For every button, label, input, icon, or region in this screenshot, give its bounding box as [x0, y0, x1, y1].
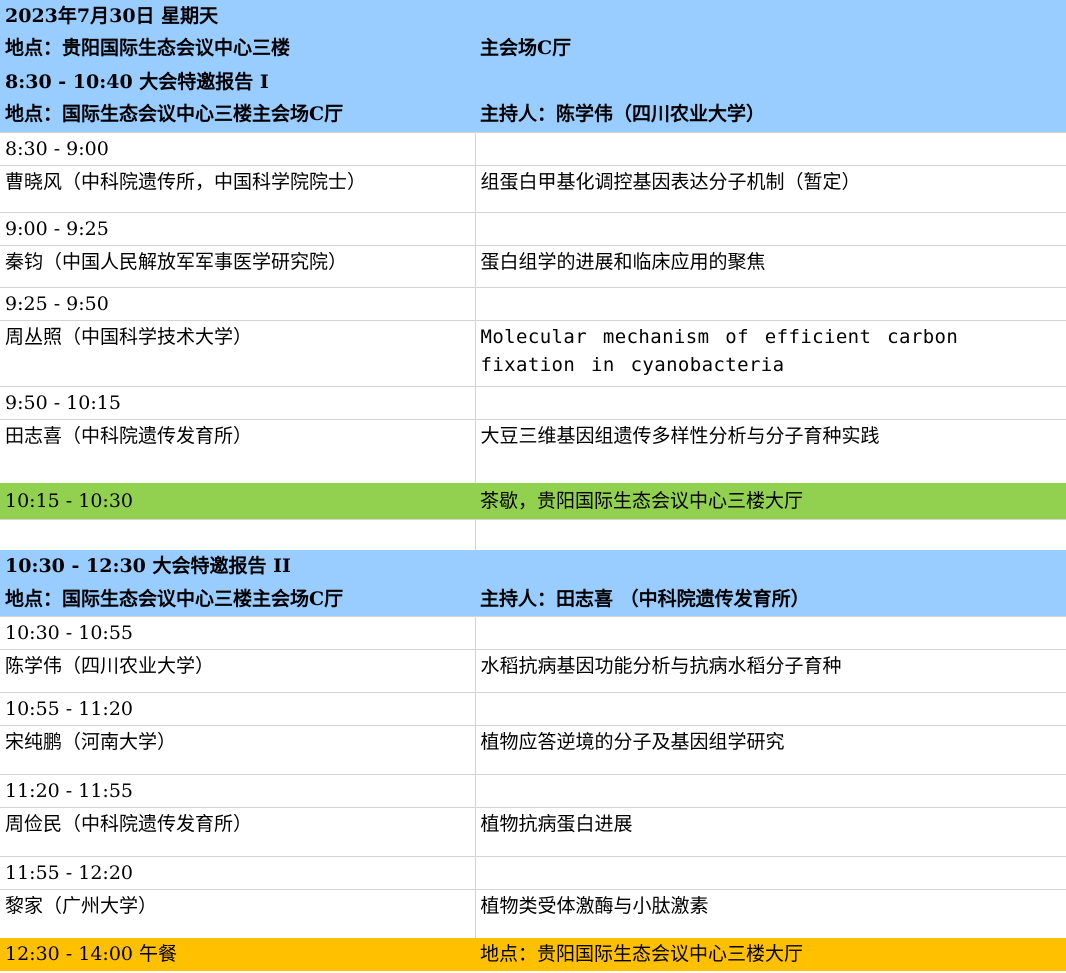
session1-location-row: 地点：国际生态会议中心三楼主会场C厅 主持人：陈学伟（四川农业大学）	[0, 98, 1066, 133]
tea-break-row: 10:15 - 10:30 茶歇，贵阳国际生态会议中心三楼大厅	[0, 483, 1066, 520]
session1-title: 8:30 - 10:40 大会特邀报告 I	[0, 66, 1066, 98]
talk-time-empty	[474, 616, 1066, 650]
spacer-cell	[474, 519, 1066, 550]
day-venue-row: 地点：贵阳国际生态会议中心三楼 主会场C厅	[0, 32, 1066, 66]
talk-time-row: 10:55 - 11:20	[0, 692, 1066, 726]
talk-row: 陈学伟（四川农业大学） 水稻抗病基因功能分析与抗病水稻分子育种	[0, 649, 1066, 693]
talk-topic: 植物类受体激酶与小肽激素	[474, 889, 1066, 938]
talk-row: 曹晓风（中科院遗传所，中国科学院院士） 组蛋白甲基化调控基因表达分子机制（暂定）	[0, 165, 1066, 213]
talk-topic: 蛋白组学的进展和临床应用的聚焦	[474, 245, 1066, 288]
talk-row: 秦钧（中国人民解放军军事医学研究院） 蛋白组学的进展和临床应用的聚焦	[0, 245, 1066, 288]
schedule-table: 2023年7月30日 星期天 地点：贵阳国际生态会议中心三楼 主会场C厅 8:3…	[0, 0, 1066, 971]
talk-time: 11:55 - 12:20	[0, 856, 475, 890]
talk-time-row: 11:55 - 12:20	[0, 856, 1066, 890]
session2-title-row: 10:30 - 12:30 大会特邀报告 II	[0, 550, 1066, 583]
day-venue-left: 地点：贵阳国际生态会议中心三楼	[0, 32, 475, 66]
talk-topic: 水稻抗病基因功能分析与抗病水稻分子育种	[474, 649, 1066, 693]
lunch-row: 12:30 - 14:00 午餐 地点：贵阳国际生态会议中心三楼大厅	[0, 938, 1066, 971]
talk-speaker: 周俭民（中科院遗传发育所）	[0, 807, 475, 857]
talk-row: 周俭民（中科院遗传发育所） 植物抗病蛋白进展	[0, 807, 1066, 857]
talk-speaker: 曹晓风（中科院遗传所，中国科学院院士）	[0, 165, 475, 213]
talk-time-empty	[474, 774, 1066, 808]
talk-time-empty	[474, 386, 1066, 420]
tea-break-label: 茶歇，贵阳国际生态会议中心三楼大厅	[475, 483, 1066, 520]
tea-break-time: 10:15 - 10:30	[0, 483, 475, 520]
talk-time-row: 9:00 - 9:25	[0, 212, 1066, 246]
talk-speaker: 秦钧（中国人民解放军军事医学研究院）	[0, 245, 475, 288]
talk-time: 10:30 - 10:55	[0, 616, 475, 650]
talk-time-row: 9:50 - 10:15	[0, 386, 1066, 420]
talk-row: 周丛照（中国科学技术大学） Molecular mechanism of eff…	[0, 320, 1066, 387]
session1-title-row: 8:30 - 10:40 大会特邀报告 I	[0, 66, 1066, 98]
talk-row: 宋纯鹏（河南大学） 植物应答逆境的分子及基因组学研究	[0, 725, 1066, 775]
talk-topic: Molecular mechanism of efficient carbon …	[474, 320, 1066, 387]
talk-time-row: 10:30 - 10:55	[0, 616, 1066, 650]
talk-topic: 植物应答逆境的分子及基因组学研究	[474, 725, 1066, 775]
session2-location: 地点：国际生态会议中心三楼主会场C厅	[0, 583, 475, 617]
talk-time-empty	[474, 856, 1066, 890]
talk-time: 8:30 - 9:00	[0, 132, 475, 166]
talk-row: 黎家（广州大学） 植物类受体激酶与小肽激素	[0, 889, 1066, 938]
talk-time: 11:20 - 11:55	[0, 774, 475, 808]
talk-speaker: 黎家（广州大学）	[0, 889, 475, 938]
talk-time-empty	[474, 287, 1066, 321]
spacer-row	[0, 519, 1066, 550]
lunch-location: 地点：贵阳国际生态会议中心三楼大厅	[475, 938, 1066, 971]
talk-time-empty	[474, 212, 1066, 246]
session2-title: 10:30 - 12:30 大会特邀报告 II	[0, 550, 1066, 583]
day-venue-right: 主会场C厅	[475, 32, 1066, 66]
talk-topic: 植物抗病蛋白进展	[474, 807, 1066, 857]
talk-time-empty	[474, 132, 1066, 166]
talk-time-empty	[474, 692, 1066, 726]
session2-host: 主持人：田志喜 （中科院遗传发育所）	[475, 583, 1066, 617]
talk-speaker: 田志喜（中科院遗传发育所）	[0, 419, 475, 483]
talk-time: 9:00 - 9:25	[0, 212, 475, 246]
talk-topic: 组蛋白甲基化调控基因表达分子机制（暂定）	[474, 165, 1066, 213]
talk-time-row: 8:30 - 9:00	[0, 132, 1066, 166]
talk-speaker: 陈学伟（四川农业大学）	[0, 649, 475, 693]
talk-speaker: 周丛照（中国科学技术大学）	[0, 320, 475, 387]
talk-speaker: 宋纯鹏（河南大学）	[0, 725, 475, 775]
talk-topic: 大豆三维基因组遗传多样性分析与分子育种实践	[474, 419, 1066, 483]
talk-time-row: 11:20 - 11:55	[0, 774, 1066, 808]
lunch-label: 12:30 - 14:00 午餐	[0, 938, 475, 971]
session2-location-row: 地点：国际生态会议中心三楼主会场C厅 主持人：田志喜 （中科院遗传发育所）	[0, 583, 1066, 617]
spacer-cell	[0, 519, 475, 550]
talk-time: 9:25 - 9:50	[0, 287, 475, 321]
talk-time: 9:50 - 10:15	[0, 386, 475, 420]
session1-host: 主持人：陈学伟（四川农业大学）	[475, 98, 1066, 133]
session1-location: 地点：国际生态会议中心三楼主会场C厅	[0, 98, 475, 133]
talk-time: 10:55 - 11:20	[0, 692, 475, 726]
day-date: 2023年7月30日 星期天	[0, 0, 1066, 32]
talk-time-row: 9:25 - 9:50	[0, 287, 1066, 321]
day-date-row: 2023年7月30日 星期天	[0, 0, 1066, 32]
talk-row: 田志喜（中科院遗传发育所） 大豆三维基因组遗传多样性分析与分子育种实践	[0, 419, 1066, 483]
